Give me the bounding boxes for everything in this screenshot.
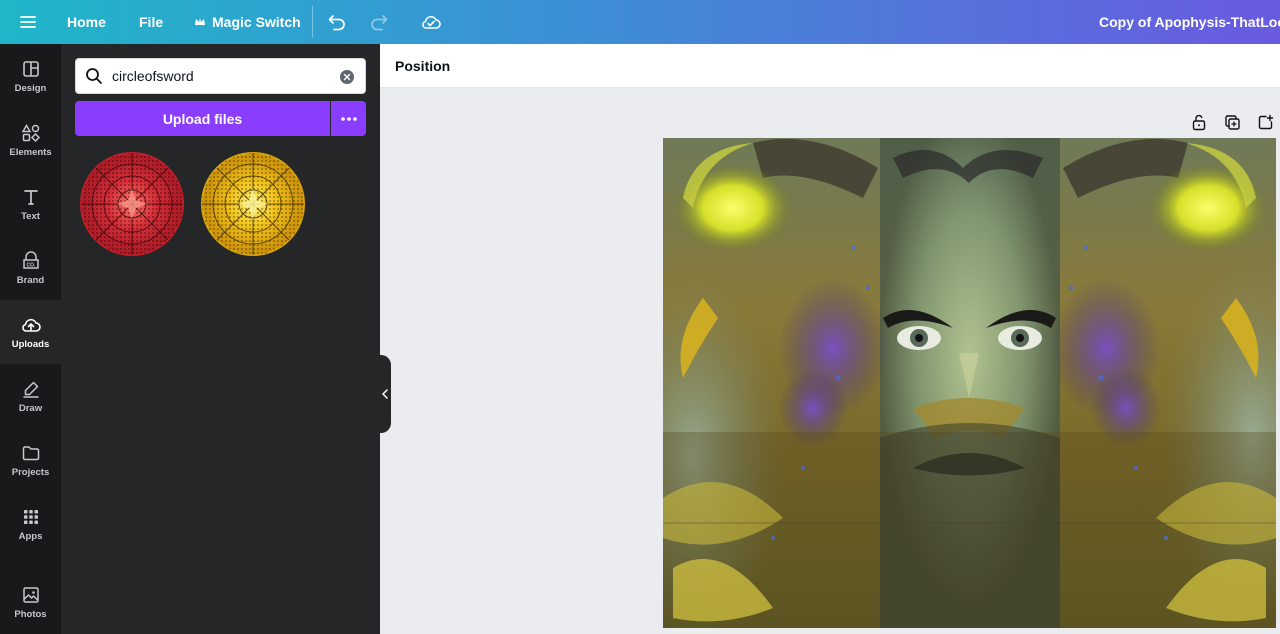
search-input[interactable] [112,68,332,84]
chevron-left-icon [381,389,388,399]
crown-icon [195,18,205,25]
fractal-portrait-image [663,138,1276,628]
add-page-button[interactable] [1254,111,1276,133]
rail-label: Apps [18,530,43,542]
rail-item-apps[interactable]: Apps [0,492,61,556]
rail-label: Design [14,82,47,94]
magic-switch-button[interactable]: Magic Switch [193,0,301,44]
svg-text:CO.: CO. [26,262,36,268]
rail-item-text[interactable]: Text [0,172,61,236]
cloud-upload-icon [21,318,41,332]
rail-label: Draw [18,402,43,414]
save-status[interactable] [420,0,442,44]
rail-label: Brand [16,274,45,286]
layout-icon [22,60,39,77]
rail-label: Text [21,210,40,222]
redo-icon [371,15,388,31]
shapes-icon [21,123,40,142]
top-bar: Home File Magic Switch Copy of Apophysis… [0,0,1280,44]
rail-item-design[interactable]: Design [0,44,61,108]
add-page-icon [1258,114,1273,129]
rail-item-photos[interactable]: Photos [0,570,61,634]
collapse-panel-handle[interactable] [378,355,391,433]
redo-button[interactable] [369,0,389,44]
cloud-check-icon [422,15,441,29]
rail-item-draw[interactable]: Draw [0,364,61,428]
image-icon [22,586,39,603]
file-menu[interactable]: File [139,0,163,44]
upload-thumbnail-gold[interactable] [200,151,306,257]
undo-button[interactable] [327,0,347,44]
menu-button[interactable] [18,0,38,44]
unlock-icon [1192,114,1206,131]
divider [312,6,313,38]
pen-icon [22,381,39,398]
brand-icon: CO. [22,250,39,269]
undo-icon [328,15,345,31]
more-options-button[interactable] [331,101,366,136]
uploads-panel: Upload files [61,44,380,634]
search-icon [86,68,102,84]
folder-icon [22,445,39,460]
rail-label: Photos [14,608,47,620]
document-title[interactable]: Copy of Apophysis-ThatLookA [1099,0,1280,44]
search-box [75,58,366,94]
grid-icon [23,509,38,524]
context-toolbar: Position [380,44,1280,88]
rail-label: Uploads [11,338,50,350]
gold-mandala-image [201,152,305,256]
position-button[interactable]: Position [395,44,450,88]
text-icon [23,189,38,205]
magic-switch-label: Magic Switch [212,14,301,30]
rail-item-brand[interactable]: CO. Brand [0,236,61,300]
rail-item-uploads[interactable]: Uploads [0,300,61,364]
upload-thumbnail-red[interactable] [79,151,185,257]
red-mandala-image [80,152,184,256]
side-rail: Design Elements Text CO. Brand Uploads D… [0,44,61,634]
rail-label: Elements [9,146,52,158]
home-button[interactable]: Home [67,0,106,44]
rail-item-projects[interactable]: Projects [0,428,61,492]
upload-files-button[interactable]: Upload files [75,101,330,136]
duplicate-icon [1224,114,1240,130]
hamburger-icon [20,16,36,28]
duplicate-page-button[interactable] [1221,111,1243,133]
clear-search-icon[interactable] [339,69,355,85]
rail-label: Projects [11,466,50,478]
rail-item-elements[interactable]: Elements [0,108,61,172]
canvas-artwork[interactable] [663,138,1276,628]
more-horizontal-icon [340,116,357,121]
lock-page-button[interactable] [1188,111,1210,133]
